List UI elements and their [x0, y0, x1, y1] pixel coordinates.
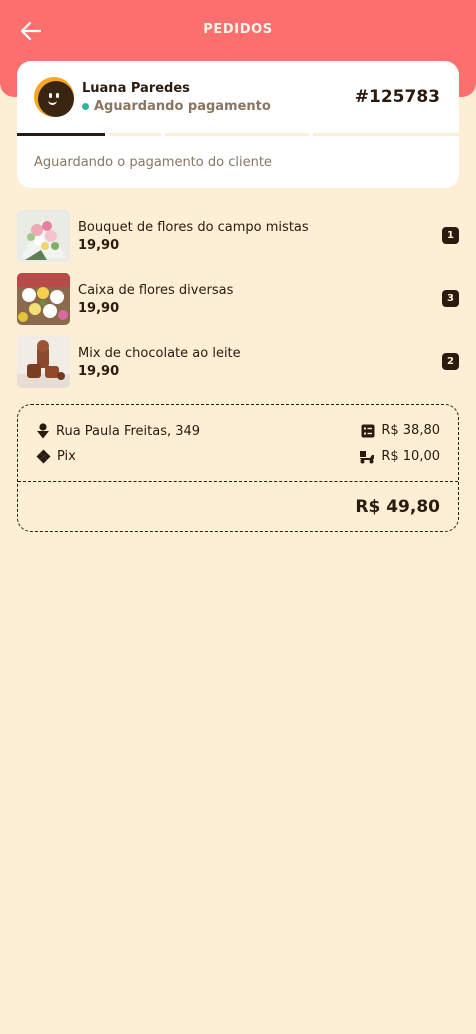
list-item[interactable]: Mix de chocolate ao leite 19,90 2	[17, 336, 459, 388]
delivery-scooter-icon	[360, 450, 375, 463]
subtotal-row: R$ 38,80	[361, 423, 440, 438]
order-summary: Rua Paula Freitas, 349 Pix R$ 38,80 R$ 1…	[17, 404, 459, 532]
status-message: Aguardando o pagamento do cliente	[34, 155, 272, 170]
payment-method: Pix	[36, 449, 76, 464]
product-image	[17, 210, 70, 262]
list-item[interactable]: Caixa de flores diversas 19,90 3	[17, 273, 459, 325]
progress-step-2	[109, 133, 161, 136]
delivery-fee-value: R$ 10,00	[381, 449, 440, 464]
order-progress	[17, 133, 459, 136]
order-number: #125783	[354, 87, 440, 107]
address-label: Rua Paula Freitas, 349	[56, 423, 201, 439]
pix-icon	[36, 449, 51, 464]
status-label: Aguardando pagamento	[94, 99, 271, 114]
status-dot-icon	[82, 103, 89, 110]
payment-label: Pix	[57, 449, 76, 464]
quantity-badge: 1	[442, 227, 459, 244]
quantity-badge: 3	[442, 290, 459, 307]
summary-divider	[18, 481, 458, 482]
product-image	[17, 336, 70, 388]
item-price: 19,90	[78, 301, 120, 316]
item-name: Bouquet de flores do campo mistas	[78, 220, 309, 235]
progress-step-3	[165, 133, 309, 136]
order-card: Luana Paredes Aguardando pagamento #1257…	[17, 61, 459, 188]
receipt-icon	[361, 424, 375, 437]
order-status: Aguardando pagamento	[82, 99, 271, 114]
location-pin-icon	[37, 423, 49, 439]
product-image	[17, 273, 70, 325]
list-item[interactable]: Bouquet de flores do campo mistas 19,90 …	[17, 210, 459, 262]
total-value: R$ 49,80	[355, 497, 440, 517]
item-price: 19,90	[78, 364, 120, 379]
quantity-badge: 2	[442, 353, 459, 370]
item-name: Mix de chocolate ao leite	[78, 346, 241, 361]
avatar	[34, 77, 74, 117]
subtotal-value: R$ 38,80	[381, 423, 440, 438]
progress-step-1	[17, 133, 105, 136]
progress-step-4	[313, 133, 459, 136]
item-name: Caixa de flores diversas	[78, 283, 234, 298]
customer-name: Luana Paredes	[82, 81, 190, 96]
delivery-fee-row: R$ 10,00	[359, 449, 440, 464]
delivery-address: Rua Paula Freitas, 349	[36, 423, 200, 439]
item-price: 19,90	[78, 238, 120, 253]
page-title: PEDIDOS	[203, 22, 273, 37]
